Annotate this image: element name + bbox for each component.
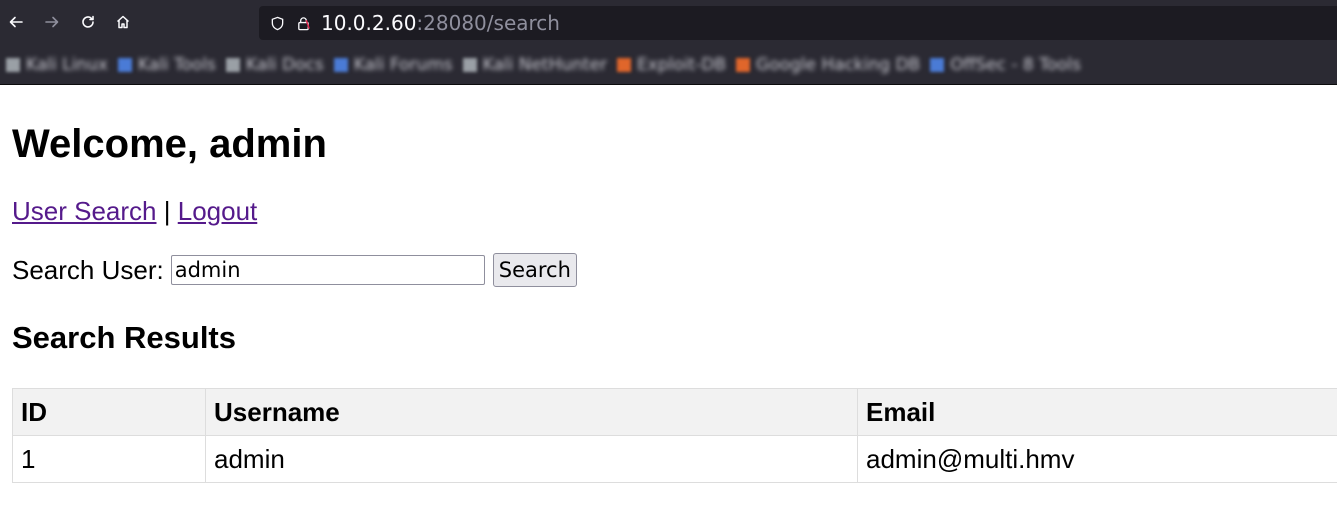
- bookmark-label: Kali Docs: [245, 55, 324, 75]
- shield-icon[interactable]: [269, 15, 285, 31]
- bookmark-favicon-icon: [736, 58, 751, 72]
- bookmark-favicon-icon: [617, 58, 632, 72]
- bookmark-item[interactable]: Kali Forums: [333, 55, 453, 75]
- bookmark-item[interactable]: Kali NetHunter: [462, 55, 608, 75]
- search-label: Search User:: [12, 254, 164, 285]
- bookmark-favicon-icon: [333, 58, 348, 72]
- lock-icon[interactable]: [295, 15, 311, 31]
- bookmark-label: Google Hacking DB: [756, 55, 921, 75]
- url-bar[interactable]: 10.0.2.60:28080/search: [259, 6, 1337, 40]
- bookmark-label: Kali NetHunter: [482, 55, 608, 75]
- cell-username: admin: [205, 435, 858, 483]
- table-header-row: ID Username Email: [12, 388, 1337, 436]
- back-arrow-icon[interactable]: [3, 9, 29, 35]
- page-content: Welcome, admin User Search | Logout Sear…: [0, 85, 1337, 483]
- url-host: 10.0.2.60: [321, 11, 417, 35]
- column-header-id: ID: [12, 388, 206, 436]
- bookmark-label: Kali Forums: [353, 55, 453, 75]
- bookmark-favicon-icon: [117, 58, 132, 72]
- logout-link[interactable]: Logout: [178, 196, 258, 226]
- home-icon[interactable]: [110, 9, 136, 35]
- bookmark-item[interactable]: Google Hacking DB: [736, 55, 920, 75]
- results-table: ID Username Email 1 admin admin@multi.hm…: [12, 388, 1337, 483]
- user-search-link[interactable]: User Search: [12, 196, 157, 226]
- bookmark-label: Kali Tools: [137, 55, 216, 75]
- nav-links: User Search | Logout: [12, 196, 1337, 226]
- results-heading: Search Results: [12, 320, 236, 355]
- bookmark-favicon-icon: [462, 58, 477, 72]
- chrome-divider: [0, 84, 1337, 85]
- search-form: Search User: Search: [12, 253, 1337, 287]
- url-text[interactable]: 10.0.2.60:28080/search: [321, 11, 560, 35]
- bookmark-item[interactable]: OffSec - 8 Tools: [930, 55, 1081, 75]
- forward-arrow-icon[interactable]: [39, 9, 65, 35]
- bookmark-item[interactable]: Kali Docs: [225, 55, 324, 75]
- bookmark-item[interactable]: Kali Linux: [6, 55, 108, 75]
- page-title: Welcome, admin: [12, 122, 327, 166]
- table-row: 1 admin admin@multi.hmv: [12, 435, 1337, 483]
- reload-icon[interactable]: [75, 9, 101, 35]
- bookmark-item[interactable]: Exploit-DB: [617, 55, 726, 75]
- browser-chrome: 10.0.2.60:28080/search Kali Linux Kali To…: [0, 0, 1337, 85]
- cell-id: 1: [12, 435, 206, 483]
- column-header-username: Username: [205, 388, 858, 436]
- bookmark-favicon-icon: [225, 58, 240, 72]
- bookmark-favicon-icon: [6, 58, 20, 72]
- bookmark-favicon-icon: [930, 58, 945, 72]
- url-path: :28080/search: [416, 11, 560, 35]
- bookmark-label: Kali Linux: [26, 55, 108, 75]
- bookmark-label: OffSec - 8 Tools: [950, 55, 1081, 75]
- bookmark-label: Exploit-DB: [637, 55, 727, 75]
- bookmark-item[interactable]: Kali Tools: [117, 55, 216, 75]
- browser-toolbar: 10.0.2.60:28080/search: [0, 0, 1337, 46]
- cell-email: admin@multi.hmv: [857, 435, 1337, 483]
- nav-separator: |: [163, 196, 171, 226]
- column-header-email: Email: [857, 388, 1337, 436]
- search-input[interactable]: [170, 255, 485, 285]
- search-button[interactable]: Search: [492, 253, 577, 287]
- bookmarks-bar: Kali Linux Kali Tools Kali Docs Kali Forums…: [0, 52, 1337, 78]
